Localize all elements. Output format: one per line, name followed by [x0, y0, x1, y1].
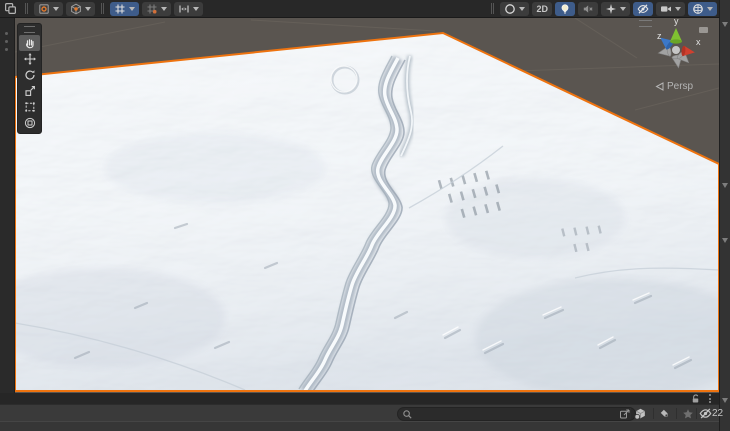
scale-icon — [24, 85, 36, 97]
projection-toggle[interactable]: Persp — [655, 81, 693, 92]
transform-tool-button[interactable] — [19, 115, 40, 131]
favorites-button[interactable] — [680, 407, 695, 420]
handle-position-button[interactable] — [34, 2, 63, 16]
panel-grip-handle[interactable] — [5, 32, 8, 51]
toolbar-separator — [653, 408, 654, 419]
dropdown-caret-icon — [53, 7, 59, 11]
dropdown-caret-icon — [85, 7, 91, 11]
tag-filter-icon — [659, 408, 671, 420]
favorites-star-icon — [682, 408, 694, 420]
toolbar-separator — [101, 3, 104, 14]
gizmo-center[interactable] — [672, 46, 680, 54]
rect-tool-button[interactable] — [19, 99, 40, 115]
search-input[interactable] — [416, 409, 616, 419]
unity-scene-view: y z x Persp — [0, 0, 730, 431]
gameobject-filter-icon — [634, 407, 647, 420]
shaded-sphere-icon — [504, 3, 516, 15]
dropdown-caret-icon — [129, 7, 135, 11]
hand-icon — [24, 37, 36, 49]
foldout-arrow-icon[interactable] — [722, 183, 728, 188]
effects-button[interactable] — [601, 2, 630, 16]
snap-increment-button[interactable] — [174, 2, 203, 16]
projection-label: Persp — [667, 81, 693, 92]
persp-cone-icon — [655, 82, 664, 91]
foldout-arrow-icon[interactable] — [722, 398, 728, 403]
scene-lighting-button[interactable] — [555, 2, 575, 16]
panel-header-strip — [0, 393, 719, 404]
terrain-mesh[interactable] — [15, 18, 719, 393]
toolbar-separator — [25, 3, 28, 14]
view-tool-button[interactable] — [19, 35, 40, 51]
scene-visibility-button[interactable] — [633, 2, 653, 16]
snap-bars-icon — [178, 3, 190, 15]
scene-audio-button[interactable] — [578, 2, 598, 16]
scene-canvas[interactable] — [15, 18, 719, 393]
search-field[interactable] — [397, 407, 636, 421]
foldout-arrow-icon[interactable] — [722, 238, 728, 243]
toolbar-separator — [491, 3, 494, 14]
gizmo-x-label: x — [696, 37, 701, 47]
camera-icon — [660, 3, 672, 15]
handle-orientation-button[interactable] — [66, 2, 95, 16]
rotate-icon — [24, 69, 36, 81]
grid-snap-icon — [114, 3, 126, 15]
draw-mode-button[interactable] — [500, 2, 529, 16]
dropdown-caret-icon — [675, 7, 681, 11]
grid-snapping-button[interactable] — [110, 2, 139, 16]
search-toolbar: 22 — [0, 404, 719, 421]
search-icon — [402, 409, 413, 420]
dropdown-caret-icon — [620, 7, 626, 11]
dropdown-caret-icon — [193, 7, 199, 11]
grid-visibility-button[interactable] — [142, 2, 171, 16]
gizmo-x-axis[interactable] — [681, 46, 696, 58]
rect-icon — [24, 101, 36, 113]
scene-viewport[interactable]: y z x Persp — [15, 18, 719, 393]
gameobject-filter-button[interactable] — [633, 407, 648, 420]
hidden-objects-eye-icon — [699, 407, 712, 420]
gizmo-y-axis[interactable] — [670, 28, 682, 44]
right-panel-edge — [719, 0, 730, 431]
unlocked-padlock-icon[interactable] — [690, 393, 701, 404]
audio-muted-icon — [582, 3, 594, 15]
overlay-drag-handle[interactable] — [24, 26, 35, 33]
foldout-arrow-icon[interactable] — [722, 22, 728, 27]
light-bulb-icon — [559, 3, 571, 15]
scale-tool-button[interactable] — [19, 83, 40, 99]
cube-orientation-icon — [70, 3, 82, 15]
lower-panel-strip — [0, 421, 719, 431]
effects-star-icon — [605, 3, 617, 15]
overlays-button[interactable] — [2, 2, 19, 16]
scene-toolbar: 2D — [0, 0, 719, 18]
camera-settings-button[interactable] — [656, 2, 685, 16]
grid-dim-icon — [146, 3, 158, 15]
toolbar-separator — [696, 408, 697, 419]
hidden-objects-button[interactable] — [698, 407, 713, 420]
toolbar-separator — [676, 408, 677, 419]
gizmo-z-label: z — [657, 31, 662, 41]
toolbar-separator — [630, 408, 631, 419]
gizmo-y-label: y — [674, 18, 679, 26]
gizmos-button[interactable] — [688, 2, 717, 16]
transform-icon — [24, 117, 36, 129]
left-panel-edge — [0, 18, 15, 431]
dropdown-caret-icon — [707, 7, 713, 11]
tag-filter-button[interactable] — [657, 407, 672, 420]
gizmo-globe-icon — [692, 3, 704, 15]
hidden-objects-count: 22 — [712, 408, 723, 419]
tools-overlay — [17, 23, 42, 134]
eye-slash-icon — [637, 3, 649, 15]
move-arrows-icon — [24, 53, 36, 65]
pivot-center-icon — [38, 3, 50, 15]
overlapping-squares-icon — [4, 2, 17, 15]
dropdown-caret-icon — [519, 7, 525, 11]
view-2d-label: 2D — [536, 2, 548, 16]
kebab-menu-icon[interactable] — [709, 394, 711, 403]
dropdown-caret-icon — [161, 7, 167, 11]
rotate-tool-button[interactable] — [19, 67, 40, 83]
view-2d-button[interactable]: 2D — [532, 2, 552, 16]
move-tool-button[interactable] — [19, 51, 40, 67]
orientation-gizmo[interactable]: y z x — [644, 18, 708, 82]
